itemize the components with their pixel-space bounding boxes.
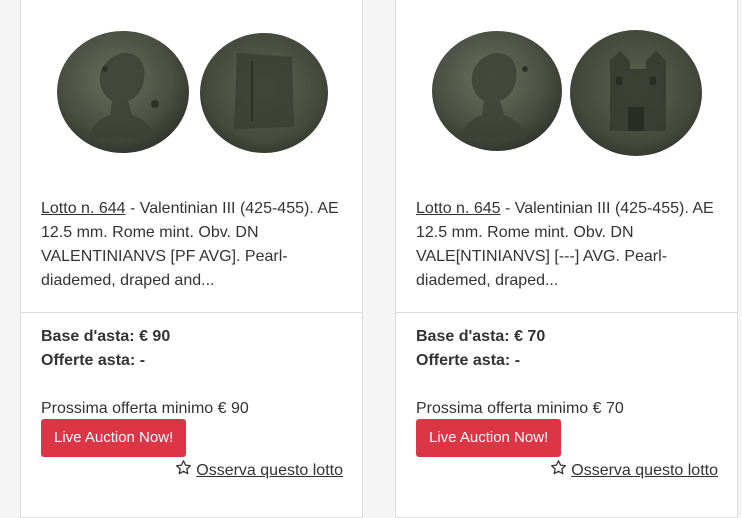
base-value: € 70	[514, 328, 546, 345]
divider	[21, 312, 362, 313]
lot-description: Lotto n. 644 - Valentinian III (425-455)…	[41, 197, 344, 293]
lot-card-645: Lotto n. 645 - Valentinian III (425-455)…	[395, 0, 738, 518]
watch-lot-label: Osserva questo lotto	[571, 462, 718, 479]
live-auction-button[interactable]: Live Auction Now!	[416, 419, 562, 457]
coin-obverse-image[interactable]	[55, 29, 191, 155]
base-label: Base d'asta:	[41, 328, 135, 345]
auction-info: Base d'asta: € 90 Offerte asta: -	[41, 325, 344, 373]
coin-reverse-image[interactable]	[197, 31, 331, 155]
base-label: Base d'asta:	[416, 328, 510, 345]
offers-value: -	[139, 352, 146, 369]
divider	[396, 312, 737, 313]
star-outline-icon	[175, 459, 192, 483]
offers-label: Offerte asta:	[41, 352, 136, 369]
live-auction-button[interactable]: Live Auction Now!	[41, 419, 187, 457]
lot-link[interactable]: Lotto n. 644	[41, 200, 126, 217]
coin-images[interactable]	[396, 21, 737, 161]
coin-obverse-image[interactable]	[430, 29, 564, 153]
next-offer-text: Prossima offerta minimo € 90	[41, 400, 249, 417]
offers-label: Offerte asta:	[416, 352, 511, 369]
coin-images[interactable]	[21, 21, 362, 161]
offers-value: -	[514, 352, 521, 369]
lot-description: Lotto n. 645 - Valentinian III (425-455)…	[416, 197, 719, 293]
next-offer-text: Prossima offerta minimo € 70	[416, 400, 624, 417]
auction-info: Base d'asta: € 70 Offerte asta: -	[416, 325, 719, 373]
lot-card-644: Lotto n. 644 - Valentinian III (425-455)…	[20, 0, 363, 518]
coin-reverse-image[interactable]	[568, 27, 704, 159]
watch-lot-label: Osserva questo lotto	[196, 462, 343, 479]
lot-link[interactable]: Lotto n. 645	[416, 200, 501, 217]
watch-lot-link[interactable]: Osserva questo lotto	[550, 459, 718, 483]
watch-lot-link[interactable]: Osserva questo lotto	[175, 459, 343, 483]
star-outline-icon	[550, 459, 567, 483]
base-value: € 90	[139, 328, 171, 345]
